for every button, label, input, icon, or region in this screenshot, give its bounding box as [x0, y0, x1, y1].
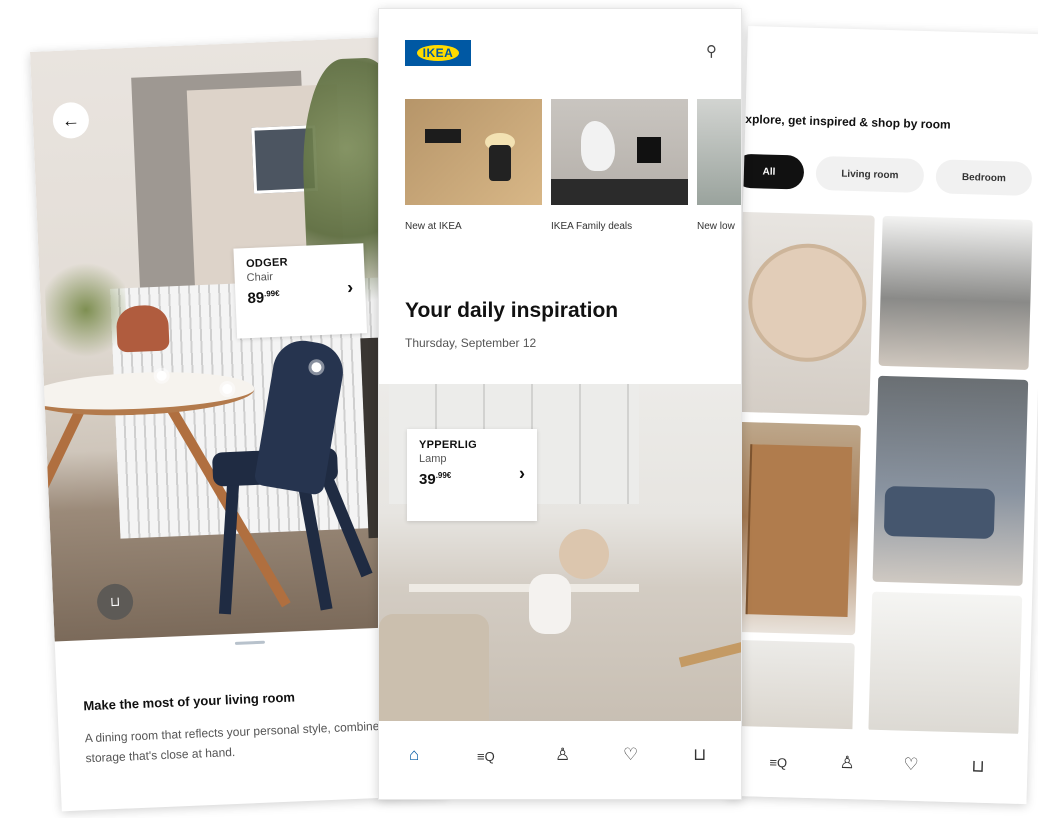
product-price: 39.99€	[419, 471, 452, 488]
product-type: Chair	[246, 271, 274, 285]
ikea-logo: IKEA	[405, 40, 471, 66]
profile-icon[interactable]: ♙	[839, 753, 855, 773]
page-title: Your daily inspiration	[405, 299, 619, 322]
date-label: Thursday, September 12	[405, 336, 537, 350]
filter-bedroom[interactable]: Bedroom	[935, 159, 1033, 196]
filter-living-room[interactable]: Living room	[815, 155, 925, 193]
room-tile[interactable]	[726, 421, 861, 636]
category-card-family-deals[interactable]	[551, 99, 688, 205]
home-screen: IKEA ⚲ New at IKEA IKEA Family deals New…	[378, 8, 742, 800]
browse-icon[interactable]: ≡Q	[769, 755, 787, 770]
cart-icon[interactable]: ⊔	[693, 745, 706, 765]
room-tile[interactable]	[731, 211, 875, 416]
section-title: Make the most of your living room	[83, 689, 296, 714]
bag-icon: ⊔	[109, 593, 121, 610]
product-card[interactable]: YPPERLIG Lamp 39.99€ ›	[407, 429, 537, 521]
heart-icon[interactable]: ♡	[903, 755, 919, 775]
arrow-left-icon: ←	[61, 109, 81, 131]
cart-icon[interactable]: ⊔	[971, 757, 985, 777]
product-type: Lamp	[419, 453, 447, 465]
heart-icon[interactable]: ♡	[623, 745, 638, 765]
search-button[interactable]: ⚲	[706, 42, 717, 60]
page-title: xplore, get inspired & shop by room	[745, 111, 951, 132]
chevron-right-icon: ›	[519, 463, 525, 484]
room-tile[interactable]	[872, 375, 1029, 586]
search-icon: ⚲	[706, 43, 717, 60]
bottom-nav: ⌂ ≡Q ♙ ♡ ⊔	[379, 721, 741, 799]
rooms-screen: xplore, get inspired & shop by room All …	[726, 26, 1038, 805]
browse-icon[interactable]: ≡Q	[477, 749, 495, 764]
sheet-handle[interactable]	[234, 640, 265, 645]
room-tile[interactable]	[878, 215, 1033, 370]
category-label: IKEA Family deals	[551, 221, 633, 232]
chevron-right-icon: ›	[346, 277, 354, 298]
product-card[interactable]: ODGER Chair 89.99€ ›	[233, 243, 368, 339]
category-card-new-low[interactable]	[697, 99, 741, 205]
profile-icon[interactable]: ♙	[555, 745, 570, 765]
section-description: A dining room that reflects your persona…	[84, 717, 411, 766]
filter-all[interactable]: All	[733, 153, 805, 190]
home-icon[interactable]: ⌂	[409, 745, 419, 765]
bottom-nav: ≡Q ♙ ♡ ⊔	[726, 725, 1029, 805]
room-tile[interactable]	[868, 591, 1023, 736]
product-price: 89.99€	[247, 288, 280, 308]
category-card-new[interactable]	[405, 99, 542, 205]
category-label: New low	[697, 221, 735, 232]
room-tile[interactable]	[726, 639, 855, 734]
category-label: New at IKEA	[405, 221, 462, 232]
product-name: YPPERLIG	[419, 439, 478, 451]
